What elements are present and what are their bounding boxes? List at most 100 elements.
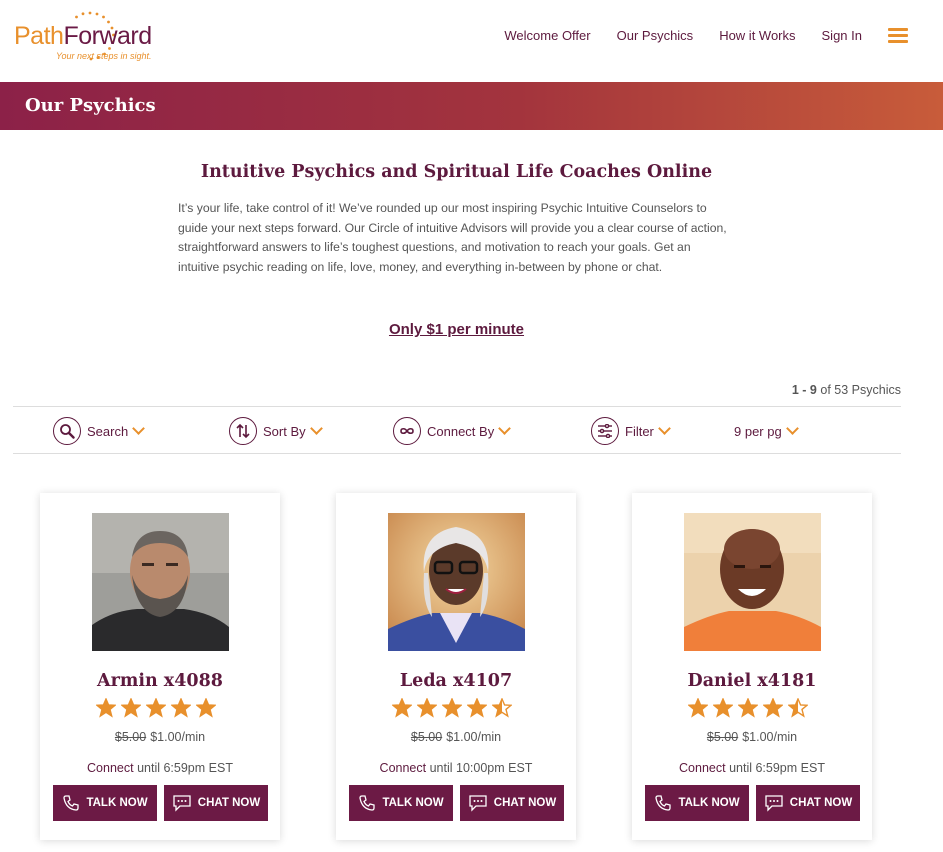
talk-now-label: TALK NOW (678, 797, 740, 809)
price-info: $5.00 $1.00/min (632, 730, 872, 744)
talk-now-label: TALK NOW (86, 797, 148, 809)
availability-time: until 10:00pm EST (429, 761, 533, 775)
logo-path-text: Path (14, 22, 64, 50)
phone-icon (655, 795, 672, 811)
psychic-card[interactable]: Leda x4107 $5.00 $1.00/min Connect until … (336, 493, 576, 840)
psychic-photo[interactable] (92, 513, 229, 651)
availability-time: until 6:59pm EST (137, 761, 233, 775)
result-count: 1 - 9 of 53 Psychics (792, 383, 901, 397)
talk-now-label: TALK NOW (382, 797, 444, 809)
psychic-name[interactable]: Leda x4107 (336, 671, 576, 691)
search-dropdown[interactable]: Search (53, 417, 146, 445)
availability-time: until 6:59pm EST (729, 761, 825, 775)
star-rating (688, 698, 808, 718)
price-info: $5.00 $1.00/min (40, 730, 280, 744)
psychic-photo[interactable] (388, 513, 525, 651)
star-full-icon (171, 698, 191, 718)
star-rating (96, 698, 216, 718)
star-full-icon (417, 698, 437, 718)
filter-dropdown[interactable]: Filter (591, 417, 671, 445)
main-nav: Welcome Offer Our Psychics How it Works … (504, 27, 943, 43)
psychic-card[interactable]: Daniel x4181 $5.00 $1.00/min Connect unti… (632, 493, 872, 840)
star-half-icon (492, 698, 512, 718)
star-full-icon (738, 698, 758, 718)
chat-now-label: CHAT NOW (789, 797, 853, 809)
chat-now-button[interactable]: CHAT NOW (164, 785, 268, 821)
talk-now-button[interactable]: TALK NOW (349, 785, 453, 821)
star-half-icon (788, 698, 808, 718)
star-full-icon (96, 698, 116, 718)
search-label: Search (87, 423, 129, 439)
result-range: 1 - 9 (791, 383, 817, 397)
chevron-down-icon (785, 422, 799, 435)
original-price: $5.00 (114, 730, 147, 744)
connect-link[interactable]: Connect (380, 761, 427, 775)
phone-icon (359, 795, 376, 811)
psychic-name[interactable]: Daniel x4181 (632, 671, 872, 691)
per-page-label: 9 per pg (734, 424, 782, 439)
nav-our-psychics[interactable]: Our Psychics (617, 28, 694, 43)
current-price: $1.00/min (742, 730, 798, 744)
intro-paragraph: It’s your life, take control of it! We’v… (178, 201, 727, 274)
current-price: $1.00/min (446, 730, 502, 744)
pathforward-logo[interactable]: PathForward Your next steps in sight. (12, 10, 172, 66)
price-info: $5.00 $1.00/min (336, 730, 576, 744)
nav-welcome-offer[interactable]: Welcome Offer (504, 28, 590, 43)
filter-label: Filter (625, 423, 654, 439)
psychic-name[interactable]: Armin x4088 (40, 671, 280, 691)
star-full-icon (763, 698, 783, 718)
connect-by-label: Connect By (427, 423, 495, 439)
availability: Connect until 10:00pm EST (336, 761, 576, 775)
sort-label: Sort By (263, 423, 306, 439)
current-price: $1.00/min (150, 730, 206, 744)
original-price: $5.00 (706, 730, 739, 744)
original-price: $5.00 (410, 730, 443, 744)
filter-sliders-icon (591, 417, 619, 445)
sort-dropdown[interactable]: Sort By (229, 417, 323, 445)
connect-link[interactable]: Connect (87, 761, 134, 775)
star-full-icon (713, 698, 733, 718)
price-offer-link[interactable]: Only $1 per minute (0, 321, 913, 338)
psychic-card[interactable]: Armin x4088 $5.00 $1.00/min Connect until… (40, 493, 280, 840)
star-full-icon (442, 698, 462, 718)
result-of: of (820, 383, 831, 397)
star-full-icon (196, 698, 216, 718)
chat-bubble-icon (173, 795, 191, 812)
nav-sign-in[interactable]: Sign In (822, 28, 862, 43)
chevron-down-icon (309, 421, 323, 435)
phone-icon (63, 795, 80, 811)
talk-now-button[interactable]: TALK NOW (53, 785, 157, 821)
star-full-icon (467, 698, 487, 718)
page-title: Our Psychics (25, 95, 156, 116)
search-icon (53, 417, 81, 445)
chat-now-button[interactable]: CHAT NOW (756, 785, 860, 821)
nav-how-it-works[interactable]: How it Works (719, 28, 795, 43)
star-rating (392, 698, 512, 718)
star-full-icon (121, 698, 141, 718)
filter-toolbar: Search Sort By Connect By Filter 9 per p… (13, 406, 901, 454)
star-full-icon (688, 698, 708, 718)
psychic-photo[interactable] (684, 513, 821, 651)
chat-bubble-icon (469, 795, 487, 812)
logo-forward-text: Forward (63, 22, 152, 50)
result-total: 53 Psychics (834, 383, 901, 397)
talk-now-button[interactable]: TALK NOW (645, 785, 749, 821)
intro-heading: Intuitive Psychics and Spiritual Life Co… (200, 162, 713, 182)
sort-arrows-icon (229, 417, 257, 445)
site-header: PathForward Your next steps in sight. We… (0, 0, 943, 82)
star-full-icon (392, 698, 412, 718)
chevron-down-icon (498, 421, 512, 435)
availability: Connect until 6:59pm EST (40, 761, 280, 775)
chevron-down-icon (132, 421, 146, 435)
page-banner: Our Psychics (0, 82, 943, 130)
star-full-icon (146, 698, 166, 718)
hamburger-menu-icon[interactable] (888, 27, 908, 43)
connect-by-dropdown[interactable]: Connect By (393, 417, 512, 445)
chat-now-button[interactable]: CHAT NOW (460, 785, 564, 821)
connect-link[interactable]: Connect (679, 761, 726, 775)
infinity-icon (393, 417, 421, 445)
chat-now-label: CHAT NOW (197, 797, 261, 809)
logo-tagline: Your next steps in sight. (56, 51, 152, 61)
per-page-dropdown[interactable]: 9 per pg (734, 422, 799, 439)
chevron-down-icon (658, 421, 671, 435)
